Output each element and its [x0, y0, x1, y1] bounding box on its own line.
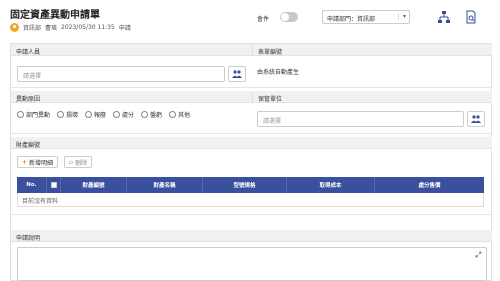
col-asset-no: 財產編號	[61, 177, 127, 193]
expand-icon[interactable]	[475, 251, 482, 258]
radio-icon	[57, 111, 65, 118]
details-table-header: No. 財產編號 財產名稱 型號規格 取得成本 處分售價	[17, 177, 484, 193]
reason-radio-dept-change[interactable]: 部門異動	[17, 110, 50, 119]
delete-button[interactable]: ▫ 刪除	[64, 156, 93, 168]
org-chart-icon[interactable]	[437, 10, 451, 24]
people-icon	[232, 70, 242, 78]
custodian-input[interactable]: 請選擇	[257, 111, 464, 127]
description-textarea[interactable]	[17, 247, 487, 281]
select-people-button[interactable]	[228, 66, 246, 82]
reason-radio-inventory-loss[interactable]: 盤虧	[141, 110, 162, 119]
col-sale-price: 處分售價	[418, 183, 441, 189]
trash-icon: ▫	[69, 158, 74, 166]
checkbox-icon	[50, 182, 57, 188]
plus-icon: +	[22, 158, 28, 166]
reason-radio-other[interactable]: 其他	[169, 110, 190, 119]
divider	[11, 214, 492, 215]
add-detail-button[interactable]: + 新增明細	[17, 156, 59, 168]
page-header: 固定資產異動申請單 資訊部 曹瑤 2023/05/30 11:35 申請 會件 …	[0, 0, 500, 40]
people-icon	[471, 115, 481, 123]
applicant-section-label: 申請人員	[11, 44, 252, 56]
col-cost: 取得成本	[287, 177, 375, 193]
radio-icon	[17, 111, 24, 118]
reason-radio-damage[interactable]: 損壞	[57, 110, 78, 119]
status-text: 申請	[118, 24, 131, 32]
form-no-value: 由系統自動產生	[257, 69, 300, 76]
col-select-all[interactable]	[47, 177, 61, 193]
radio-icon	[141, 111, 149, 118]
document-search-icon[interactable]	[464, 10, 478, 24]
divider	[11, 133, 492, 134]
empty-table-message: 目前沒有資料	[17, 193, 484, 207]
applicant-input[interactable]: 請選擇	[17, 66, 225, 82]
user-info: 資訊部 曹瑤 2023/05/30 11:35 申請	[10, 22, 131, 32]
details-section-label: 財產編號	[11, 137, 492, 149]
avatar	[10, 22, 19, 32]
countersign-toggle[interactable]	[280, 12, 298, 22]
col-model: 型號規格	[203, 177, 287, 193]
form-no-section-label: 表單編號	[252, 44, 492, 56]
dept-select-value: 申請部門：資訊部	[327, 16, 376, 23]
description-section-label: 申請說明	[11, 230, 492, 242]
reason-section-label: 異動原因	[11, 91, 252, 103]
col-no: No.	[17, 177, 47, 193]
datetime: 2023/05/30 11:35	[61, 23, 115, 31]
user-name: 曹瑤	[45, 24, 58, 32]
reason-radio-group: 部門異動 損壞 報廢 處分 盤虧 其他	[17, 110, 190, 119]
user-dept: 資訊部	[23, 24, 42, 32]
radio-icon	[169, 111, 177, 118]
col-asset-name: 財產名稱	[127, 177, 203, 193]
custodian-section-label: 保管單位	[252, 91, 492, 103]
radio-icon	[113, 111, 121, 118]
reason-radio-disposal[interactable]: 處分	[113, 110, 134, 119]
toggle-label: 會件	[257, 16, 270, 23]
page-title: 固定資產異動申請單	[10, 10, 100, 21]
reason-radio-scrap[interactable]: 報廢	[85, 110, 106, 119]
application-form: 申請人員 表單編號 請選擇 由系統自動產生 異動原因 保管單位 部門異動 損壞 …	[10, 43, 492, 281]
select-custodian-button[interactable]	[467, 111, 485, 127]
dept-select[interactable]: 申請部門：資訊部 ▾	[322, 10, 410, 24]
divider	[11, 87, 492, 88]
radio-icon	[85, 111, 93, 118]
chevron-down-icon: ▾	[397, 13, 406, 20]
